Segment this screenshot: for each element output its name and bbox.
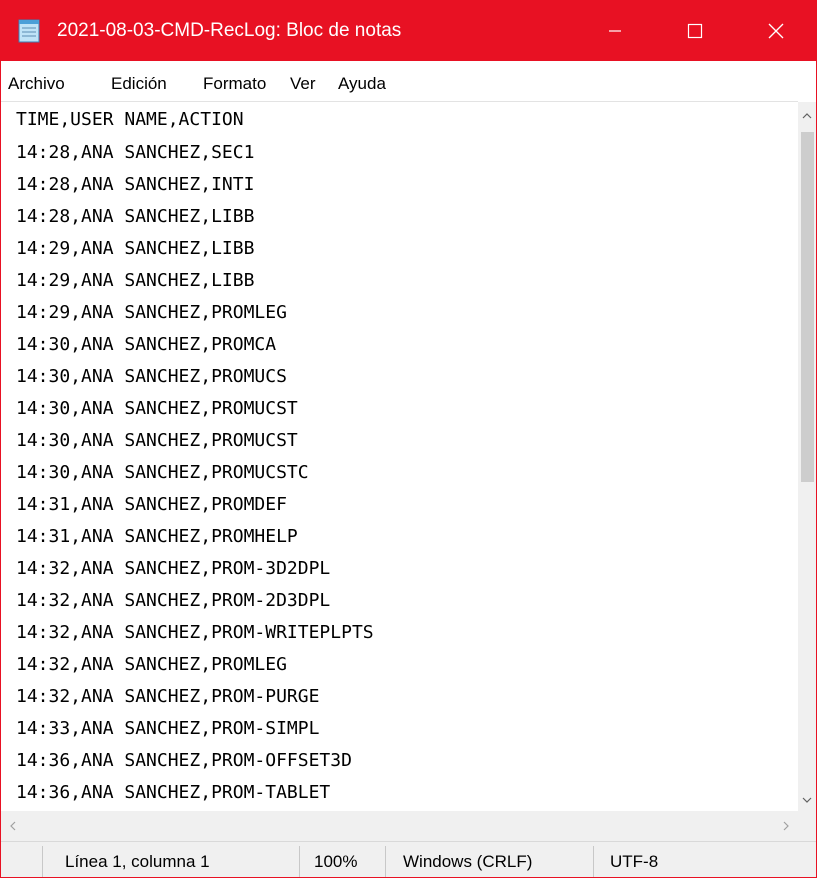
text-line: 14:30,ANA SANCHEZ,PROMUCSTC [16,462,309,483]
text-line: 14:29,ANA SANCHEZ,LIBB [16,270,255,291]
text-line: 14:32,ANA SANCHEZ,PROM-2D3DPL [16,590,331,611]
horizontal-scrollbar[interactable] [1,811,798,841]
status-encoding: UTF-8 [610,852,659,871]
scrollbar-corner [798,811,816,841]
text-line: 14:33,ANA SANCHEZ,PROM-SIMPL [16,718,320,739]
minimize-icon [609,30,621,32]
text-line: 14:30,ANA SANCHEZ,PROMUCST [16,430,298,451]
minimize-button[interactable] [575,1,655,61]
maximize-button[interactable] [655,1,735,61]
menu-formato[interactable]: Formato [203,74,266,94]
scroll-left-icon[interactable] [7,820,19,832]
scroll-up-icon[interactable] [801,110,813,122]
text-line: 14:32,ANA SANCHEZ,PROM-3D2DPL [16,558,331,579]
maximize-icon [687,23,703,39]
status-separator [42,846,43,877]
status-zoom: 100% [314,852,358,871]
vertical-scrollbar[interactable] [798,102,816,811]
status-bar: Línea 1, columna 1 100% Windows (CRLF) U… [1,841,816,877]
status-separator [385,846,386,877]
text-line: 14:31,ANA SANCHEZ,PROMDEF [16,494,287,515]
menu-archivo[interactable]: Archivo [8,74,65,94]
status-separator [299,846,300,877]
text-line: 14:30,ANA SANCHEZ,PROMUCS [16,366,287,387]
text-line: TIME,USER NAME,ACTION [16,109,244,130]
notepad-icon[interactable] [17,19,41,43]
menu-ayuda[interactable]: Ayuda [338,74,386,94]
status-line-ending: Windows (CRLF) [403,852,533,871]
text-line: 14:30,ANA SANCHEZ,PROMUCST [16,398,298,419]
text-line: 14:36,ANA SANCHEZ,PROM-OFFSET3D [16,750,352,771]
text-line: 14:28,ANA SANCHEZ,INTI [16,174,255,195]
close-button[interactable] [736,1,816,61]
text-line: 14:29,ANA SANCHEZ,PROMLEG [16,302,287,323]
window-title: 2021-08-03-CMD-RecLog: Bloc de notas [57,20,402,41]
status-separator [593,846,594,877]
close-icon [768,23,784,39]
text-line: 14:31,ANA SANCHEZ,PROMHELP [16,526,298,547]
text-line: 14:32,ANA SANCHEZ,PROM-PURGE [16,686,320,707]
text-editor[interactable]: TIME,USER NAME,ACTION 14:28,ANA SANCHEZ,… [1,101,798,812]
status-cursor-position: Línea 1, columna 1 [65,852,210,871]
menu-ver[interactable]: Ver [290,74,316,94]
vertical-scroll-thumb[interactable] [801,132,814,482]
text-line: 14:28,ANA SANCHEZ,SEC1 [16,142,255,163]
text-line: 14:32,ANA SANCHEZ,PROMLEG [16,654,287,675]
text-line: 14:36,ANA SANCHEZ,PROM-TABLET [16,782,331,803]
menu-edicion[interactable]: Edición [111,74,167,94]
menu-bar: Archivo Edición Formato Ver Ayuda [1,61,816,101]
scroll-down-icon[interactable] [801,794,813,806]
scroll-right-icon[interactable] [780,820,792,832]
text-line: 14:28,ANA SANCHEZ,LIBB [16,206,255,227]
notepad-window: 2021-08-03-CMD-RecLog: Bloc de notas Arc… [0,0,817,878]
title-bar[interactable]: 2021-08-03-CMD-RecLog: Bloc de notas [1,1,816,61]
text-line: 14:29,ANA SANCHEZ,LIBB [16,238,255,259]
text-line: 14:32,ANA SANCHEZ,PROM-WRITEPLPTS [16,622,374,643]
text-line: 14:30,ANA SANCHEZ,PROMCA [16,334,277,355]
